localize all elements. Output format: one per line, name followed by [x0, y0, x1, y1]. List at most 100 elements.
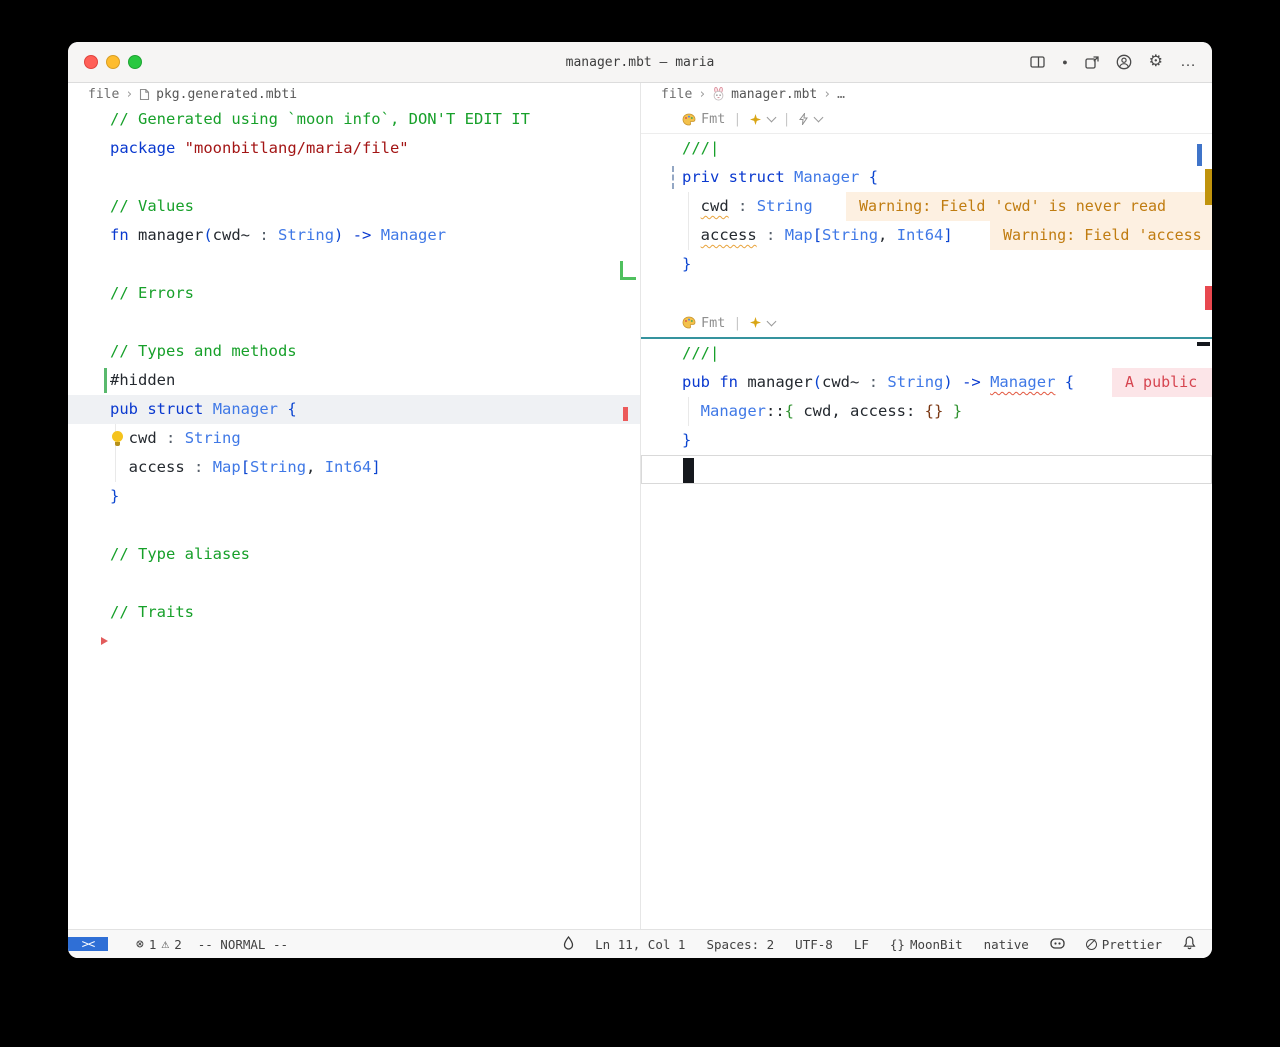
settings-gear-icon[interactable]: ⚙ — [1149, 54, 1163, 70]
vscode-window: manager.mbt — maria ● ⚙ … file › pkg.gen… — [68, 42, 1212, 958]
braces-icon: {} — [890, 937, 905, 952]
bell-icon[interactable] — [1183, 936, 1196, 953]
lightbulb-icon[interactable] — [112, 431, 123, 442]
code-token: :: — [766, 402, 785, 420]
remote-indicator[interactable]: >< — [68, 937, 108, 951]
statusbar: >< ⊗ 1 ⚠ 2 -- NORMAL -- Ln 11, Col 1 Spa… — [68, 929, 1212, 958]
chevron-right-icon: › — [125, 87, 133, 102]
code-line[interactable] — [68, 250, 640, 279]
overview-error-marker — [1205, 286, 1212, 310]
breadcrumb-file[interactable]: pkg.generated.mbti — [156, 87, 297, 102]
ai-sparkle-codelens[interactable] — [750, 114, 775, 125]
build-target[interactable]: native — [984, 937, 1029, 952]
sparkle-icon — [750, 114, 761, 125]
fmt-codelens[interactable]: Fmt — [682, 111, 725, 127]
cursor-line[interactable] — [641, 455, 1212, 484]
code-token — [775, 226, 784, 244]
minimize-button[interactable] — [106, 55, 120, 69]
code-line[interactable]: } — [641, 250, 1212, 279]
code-line[interactable]: // Type aliases — [68, 540, 640, 569]
code-line[interactable]: package "moonbitlang/maria/file" — [68, 134, 640, 163]
code-line[interactable]: // Generated using `moon info`, DON'T ED… — [68, 105, 640, 134]
code-token: // Values — [110, 197, 194, 215]
prettier-indicator[interactable]: Prettier — [1086, 937, 1162, 952]
code-line[interactable]: fn manager(cwd~ : String) -> Manager — [68, 221, 640, 250]
code-token: cwd, access: — [794, 402, 925, 420]
zoom-button[interactable] — [128, 55, 142, 69]
window-title: manager.mbt — maria — [566, 55, 715, 70]
quick-action-codelens[interactable] — [799, 113, 822, 125]
code-token: pub — [682, 373, 710, 391]
moonbit-rabbit-icon — [712, 87, 725, 101]
new-window-icon[interactable] — [1085, 56, 1099, 69]
cursor-position[interactable]: Ln 11, Col 1 — [595, 937, 685, 952]
code-line[interactable]: access : Map[String, Int64]Warning: Fiel… — [641, 221, 1212, 250]
code-line[interactable]: ///| — [641, 134, 1212, 163]
code-token — [278, 400, 287, 418]
code-line[interactable] — [68, 511, 640, 540]
code-line[interactable]: #hidden — [68, 366, 640, 395]
code-token: cwd — [701, 197, 729, 215]
encoding[interactable]: UTF-8 — [795, 937, 833, 952]
code-token: : — [766, 226, 775, 244]
account-icon[interactable] — [1116, 54, 1132, 70]
code-line[interactable]: access : Map[String, Int64] — [68, 453, 640, 482]
code-line[interactable]: pub struct Manager { — [68, 395, 640, 424]
code-token — [682, 197, 701, 215]
code-line[interactable] — [641, 279, 1212, 308]
code-token: Manager — [794, 168, 859, 186]
code-token: ] — [371, 458, 380, 476]
code-token — [343, 226, 352, 244]
code-line[interactable]: // Traits — [68, 598, 640, 627]
eol-sequence[interactable]: LF — [854, 937, 869, 952]
code-token — [710, 373, 719, 391]
code-line[interactable]: priv struct Manager { — [641, 163, 1212, 192]
code-line[interactable]: } — [68, 482, 640, 511]
code-line[interactable]: // Values — [68, 192, 640, 221]
indent-guide — [115, 453, 116, 482]
code-line[interactable]: Manager::{ cwd, access: {} } — [641, 397, 1212, 426]
problems-indicator[interactable]: ⊗ 1 ⚠ 2 — [124, 937, 182, 952]
code-token: { — [287, 400, 296, 418]
code-token: } — [110, 487, 119, 505]
close-button[interactable] — [84, 55, 98, 69]
left-code: // Generated using `moon info`, DON'T ED… — [68, 105, 640, 656]
code-line[interactable]: ///| — [641, 339, 1212, 368]
code-line[interactable]: } — [641, 426, 1212, 455]
code-line[interactable]: cwd : StringWarning: Field 'cwd' is neve… — [641, 192, 1212, 221]
code-token: [ — [241, 458, 250, 476]
editor-layout-icon[interactable] — [1030, 56, 1045, 68]
copilot-icon[interactable] — [1050, 937, 1065, 952]
code-line[interactable]: pub fn manager(cwd~ : String) -> Manager… — [641, 368, 1212, 397]
code-token: String — [250, 458, 306, 476]
language-mode[interactable]: {} MoonBit — [890, 937, 963, 952]
code-token: manager — [738, 373, 813, 391]
code-line[interactable]: cwd : String — [68, 424, 640, 453]
codelens-row: Fmt | — [641, 308, 1212, 337]
code-line[interactable] — [68, 308, 640, 337]
code-token: ( — [203, 226, 212, 244]
breadcrumb-file[interactable]: manager.mbt — [731, 87, 817, 102]
code-line[interactable]: // Errors — [68, 279, 640, 308]
code-token: Manager — [990, 373, 1055, 391]
code-token: : — [259, 226, 268, 244]
code-token — [138, 400, 147, 418]
more-actions-icon[interactable]: … — [1180, 54, 1196, 70]
overview-cursor-marker — [1197, 342, 1210, 346]
code-line[interactable] — [68, 569, 640, 598]
code-line[interactable] — [68, 627, 640, 656]
code-line[interactable] — [68, 163, 640, 192]
inline-warn-message: Warning: Field 'cwd' is never read — [846, 192, 1212, 221]
breadcrumb-folder[interactable]: file — [88, 87, 119, 102]
code-token: String — [822, 226, 878, 244]
bell-icon — [1183, 936, 1196, 950]
indentation[interactable]: Spaces: 2 — [706, 937, 774, 952]
breadcrumb-more[interactable]: … — [837, 87, 845, 102]
ai-sparkle-codelens[interactable] — [750, 317, 775, 328]
code-token — [1055, 373, 1064, 391]
fmt-codelens[interactable]: Fmt — [682, 315, 725, 331]
droplet-icon[interactable] — [563, 936, 574, 953]
breadcrumb-folder[interactable]: file — [661, 87, 692, 102]
code-line[interactable]: // Types and methods — [68, 337, 640, 366]
code-token: // Types and methods — [110, 342, 297, 360]
